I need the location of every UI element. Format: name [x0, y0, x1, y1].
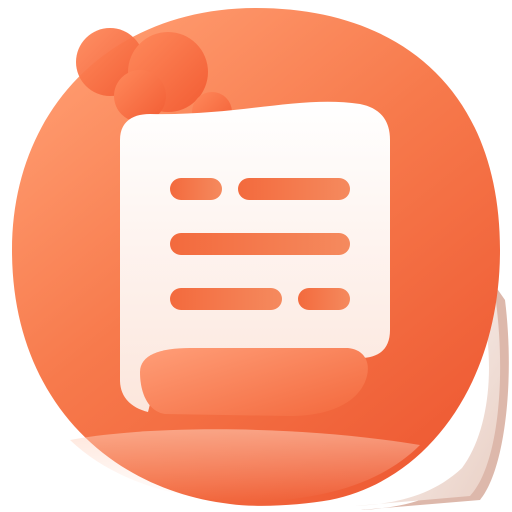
notes-app-icon	[0, 0, 512, 512]
document-lines	[170, 178, 350, 310]
document-curl	[140, 348, 368, 416]
line-row1-short	[170, 178, 222, 200]
blob-bottom-highlight	[70, 429, 420, 502]
line-row2-full	[170, 233, 350, 255]
document-paper	[120, 101, 390, 416]
line-row1-long	[238, 178, 350, 200]
line-row3-long	[170, 288, 282, 310]
line-row3-short	[298, 288, 350, 310]
